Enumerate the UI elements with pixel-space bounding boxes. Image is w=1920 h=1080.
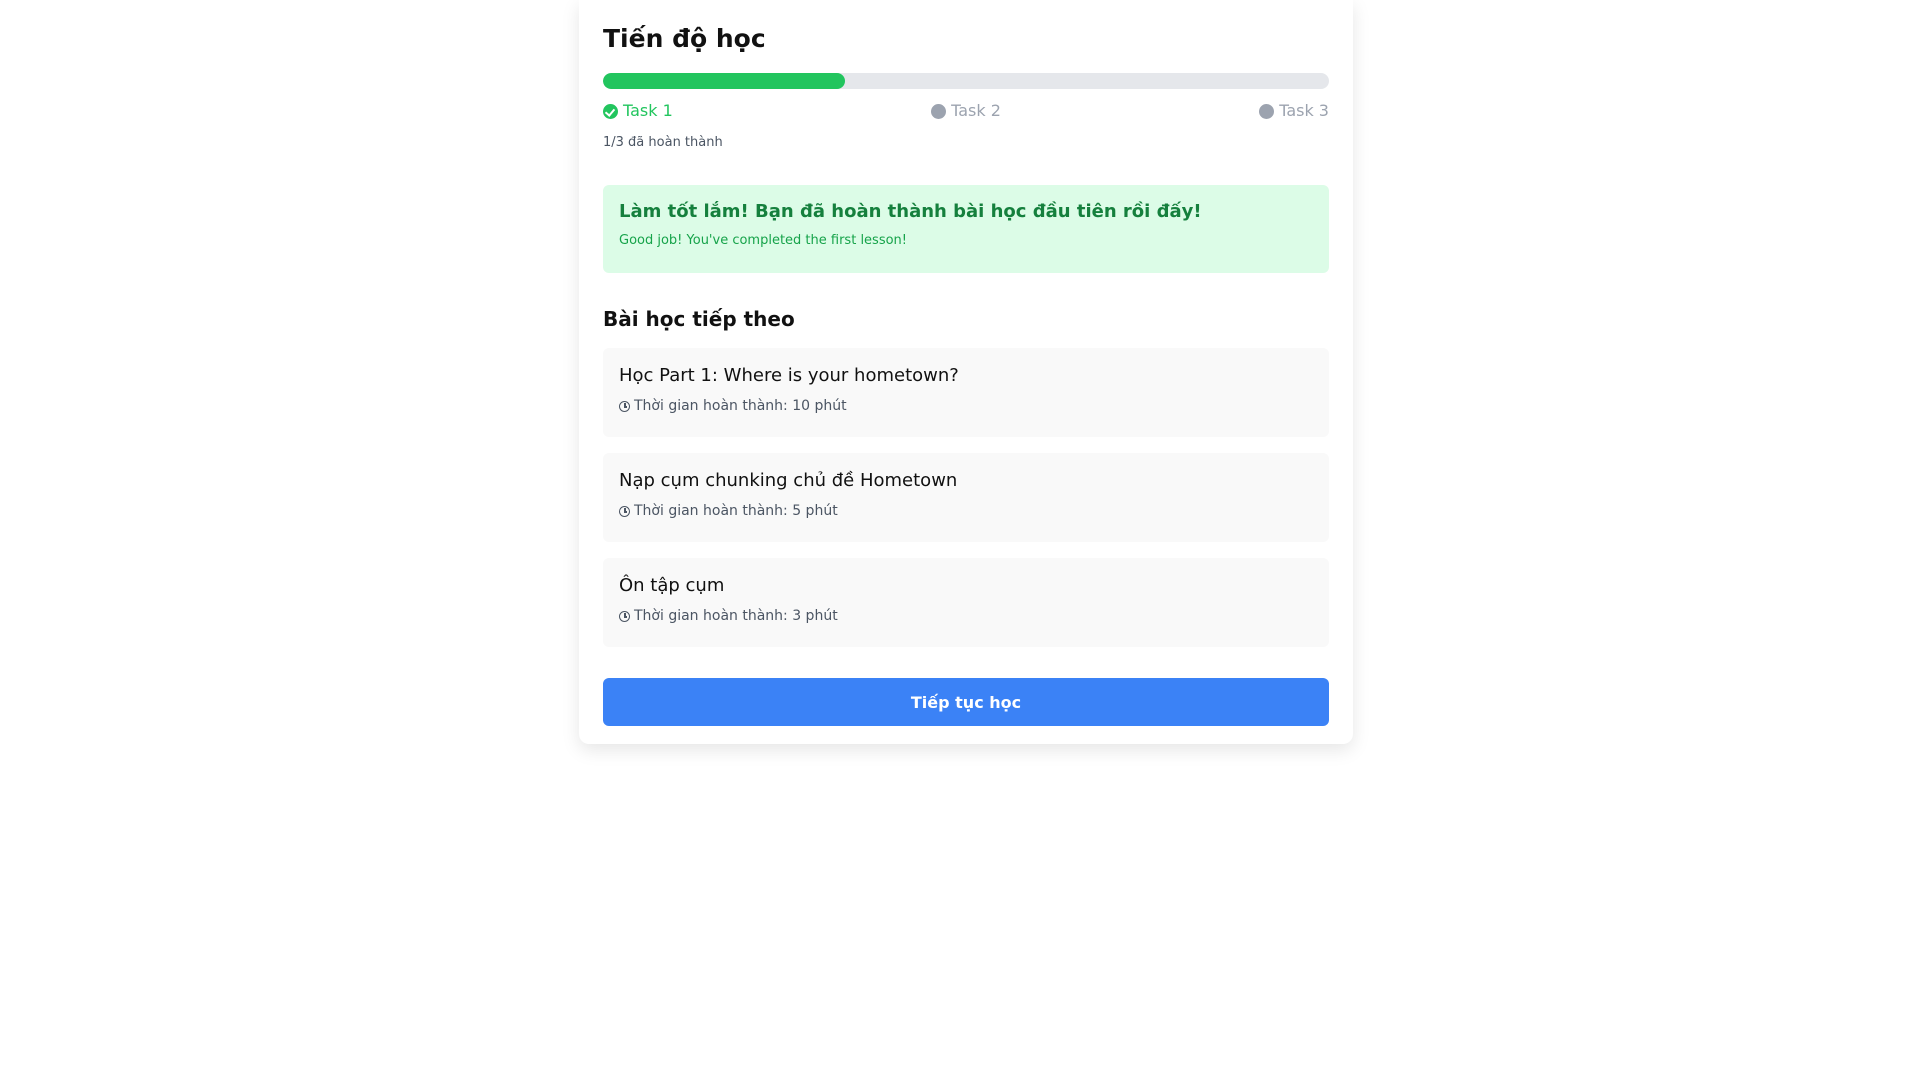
lesson-title: Nạp cụm chunking chủ đề Hometown bbox=[619, 470, 958, 491]
continue-learning-button[interactable]: Tiếp tục học bbox=[603, 678, 1329, 726]
lesson-duration-text: Thời gian hoàn thành: 10 phút bbox=[634, 398, 847, 414]
circle-icon bbox=[1259, 103, 1275, 119]
next-lessons-heading: Bài học tiếp theo bbox=[603, 307, 795, 331]
step-task-3: Task 3 bbox=[1259, 101, 1329, 121]
lesson-duration-text: Thời gian hoàn thành: 3 phút bbox=[634, 608, 838, 624]
lesson-item[interactable]: Ôn tập cụm Thời gian hoàn thành: 3 phút bbox=[603, 558, 1329, 647]
lesson-title: Ôn tập cụm bbox=[619, 575, 725, 596]
progress-card: Tiến độ học Task 1 Task 2 Task 3 1/3 đã … bbox=[579, 0, 1353, 744]
check-circle-icon bbox=[603, 103, 618, 119]
lesson-duration: Thời gian hoàn thành: 5 phút bbox=[619, 502, 1313, 520]
lesson-item[interactable]: Học Part 1: Where is your hometown? Thời… bbox=[603, 348, 1329, 437]
page-title: Tiến độ học bbox=[603, 24, 766, 53]
clock-icon bbox=[619, 400, 630, 412]
success-alert: Làm tốt lắm! Bạn đã hoàn thành bài học đ… bbox=[603, 185, 1329, 273]
progress-bar bbox=[603, 73, 1329, 89]
circle-icon bbox=[931, 103, 947, 119]
lesson-duration: Thời gian hoàn thành: 3 phút bbox=[619, 607, 1313, 625]
lesson-duration-text: Thời gian hoàn thành: 5 phút bbox=[634, 503, 838, 519]
step-task-1: Task 1 bbox=[603, 101, 673, 121]
step-label: Task 2 bbox=[951, 101, 1001, 120]
step-label: Task 3 bbox=[1279, 101, 1329, 120]
clock-icon bbox=[619, 505, 630, 517]
step-task-2: Task 2 bbox=[931, 101, 1001, 121]
lesson-item[interactable]: Nạp cụm chunking chủ đề Hometown Thời gi… bbox=[603, 453, 1329, 542]
clock-icon bbox=[619, 610, 630, 622]
progress-bar-fill bbox=[603, 73, 845, 89]
alert-subtitle: Good job! You've completed the first les… bbox=[619, 233, 907, 248]
lesson-duration: Thời gian hoàn thành: 10 phút bbox=[619, 397, 1313, 415]
alert-title: Làm tốt lắm! Bạn đã hoàn thành bài học đ… bbox=[619, 201, 1202, 222]
progress-steps: Task 1 Task 2 Task 3 bbox=[603, 101, 1329, 121]
lesson-title: Học Part 1: Where is your hometown? bbox=[619, 365, 959, 386]
progress-summary: 1/3 đã hoàn thành bbox=[603, 135, 723, 150]
step-label: Task 1 bbox=[623, 101, 673, 120]
